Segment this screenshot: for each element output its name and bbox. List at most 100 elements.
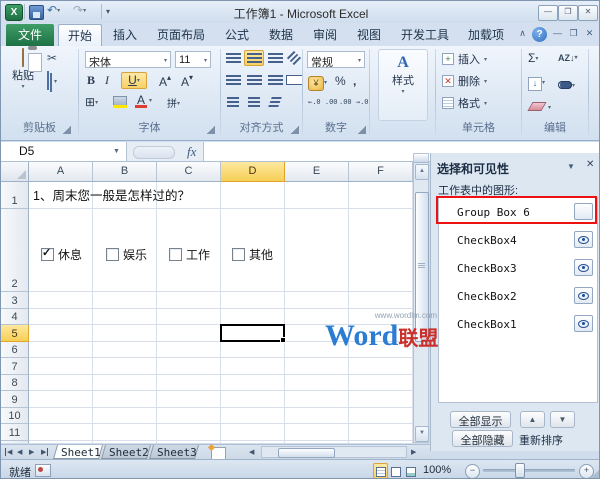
list-item-checkbox4[interactable]: CheckBox4 — [439, 227, 597, 254]
minimize-button[interactable]: — — [538, 5, 558, 21]
row-header-4[interactable]: 4 — [1, 309, 29, 326]
sheet1-label[interactable]: Sheet1 — [61, 446, 101, 459]
cell-D11[interactable] — [221, 424, 285, 441]
tab-review[interactable]: 审阅 — [304, 24, 346, 46]
fill-color-button[interactable] — [113, 96, 127, 108]
collapse-ribbon-icon[interactable]: ∧ — [515, 27, 530, 41]
page-break-view-icon[interactable] — [403, 463, 418, 479]
comma-icon[interactable]: , — [353, 74, 356, 88]
dialog-launcher-icon[interactable] — [291, 126, 299, 134]
dialog-launcher-icon[interactable] — [358, 126, 366, 134]
cell-D10[interactable] — [221, 408, 285, 425]
zoom-out-icon[interactable]: − — [465, 464, 480, 479]
cell-C11[interactable] — [157, 424, 221, 441]
column-header-A[interactable]: A — [29, 162, 93, 182]
vertical-scroll-thumb[interactable] — [415, 192, 429, 342]
undo-icon[interactable]: ↶▾ — [47, 3, 60, 17]
cell-E8[interactable] — [285, 375, 349, 392]
visibility-toggle-icon[interactable] — [574, 231, 593, 248]
column-header-F[interactable]: F — [349, 162, 413, 182]
cell-E11[interactable] — [285, 424, 349, 441]
list-item-checkbox1[interactable]: CheckBox1 — [439, 311, 597, 338]
font-name-select[interactable]: 宋体▾ — [85, 51, 171, 68]
column-header-B[interactable]: B — [93, 162, 157, 182]
checkbox-icon[interactable] — [106, 248, 119, 261]
autosum-button[interactable]: Σ▾ — [528, 51, 538, 65]
row-header-7[interactable]: 7 — [1, 358, 29, 375]
align-left-icon[interactable] — [223, 72, 243, 88]
cell-B5[interactable] — [93, 325, 157, 342]
cell-B12[interactable] — [93, 441, 157, 444]
cell-A5[interactable] — [29, 325, 93, 342]
restore-button[interactable]: ❐ — [558, 5, 578, 21]
cell-D6[interactable] — [221, 342, 285, 359]
help-icon[interactable]: ? — [532, 27, 547, 42]
tab-data[interactable]: 数据 — [260, 24, 302, 46]
cell-C3[interactable] — [157, 292, 221, 309]
cell-A4[interactable] — [29, 309, 93, 326]
zoom-slider-thumb[interactable] — [515, 463, 525, 478]
cell-D8[interactable] — [221, 375, 285, 392]
cell-B11[interactable] — [93, 424, 157, 441]
cell-D4[interactable] — [221, 309, 285, 326]
cell-F5[interactable] — [349, 325, 413, 342]
cell-B3[interactable] — [93, 292, 157, 309]
cell-B10[interactable] — [93, 408, 157, 425]
next-sheet-icon[interactable]: ▶ — [29, 448, 34, 456]
first-sheet-icon[interactable]: ◀ — [5, 448, 12, 456]
cell-C6[interactable] — [157, 342, 221, 359]
customize-qat-icon[interactable]: ▾ — [106, 7, 110, 16]
visibility-toggle-icon[interactable] — [574, 315, 593, 332]
align-bottom-icon[interactable] — [265, 50, 285, 66]
font-color-button[interactable]: A▾ — [135, 93, 147, 108]
zoom-level-text[interactable]: 100% — [423, 464, 451, 476]
scroll-up-icon[interactable]: ▲ — [415, 164, 429, 180]
grow-font-button[interactable]: A▴ — [159, 73, 171, 89]
cell-C4[interactable] — [157, 309, 221, 326]
cell-A8[interactable] — [29, 375, 93, 392]
save-icon[interactable] — [29, 5, 44, 20]
cell-A10[interactable] — [29, 408, 93, 425]
dialog-launcher-icon[interactable] — [207, 126, 215, 134]
cell-D9[interactable] — [221, 391, 285, 408]
row-header-10[interactable]: 10 — [1, 408, 29, 425]
cell-E5[interactable] — [285, 325, 349, 342]
pane-menu-icon[interactable]: ▼ — [567, 162, 575, 171]
sheet3-label[interactable]: Sheet3 — [157, 446, 197, 459]
horizontal-scrollbar[interactable] — [261, 446, 407, 458]
wrap-text-icon[interactable] — [265, 94, 285, 110]
font-size-select[interactable]: 11▾ — [175, 51, 211, 68]
cell-F3[interactable] — [349, 292, 413, 309]
align-top-icon[interactable] — [223, 50, 243, 66]
bold-button[interactable]: B — [87, 73, 95, 88]
cell-E10[interactable] — [285, 408, 349, 425]
tab-home[interactable]: 开始 — [58, 24, 102, 46]
merge-center-icon[interactable] — [284, 72, 304, 88]
row-header-1[interactable]: 1 — [1, 182, 29, 209]
fx-icon[interactable]: fx — [187, 144, 196, 160]
macro-record-icon[interactable] — [35, 464, 51, 477]
cell-F11[interactable] — [349, 424, 413, 441]
cell-D7[interactable] — [221, 358, 285, 375]
cell-E4[interactable] — [285, 309, 349, 326]
column-header-E[interactable]: E — [285, 162, 349, 182]
cell-C9[interactable] — [157, 391, 221, 408]
cell-F12[interactable] — [349, 441, 413, 444]
format-cells-button[interactable]: 格式▾ — [442, 93, 487, 113]
list-item-checkbox3[interactable]: CheckBox3 — [439, 255, 597, 282]
align-right-icon[interactable] — [265, 72, 285, 88]
zoom-slider-track[interactable] — [483, 469, 575, 472]
cell-E7[interactable] — [285, 358, 349, 375]
last-sheet-icon[interactable]: ▶ — [41, 448, 48, 456]
cell-E9[interactable] — [285, 391, 349, 408]
tab-addins[interactable]: 加载项 — [460, 24, 512, 46]
decrease-indent-icon[interactable] — [223, 94, 243, 110]
hscroll-left-icon[interactable]: ◀ — [249, 448, 254, 456]
cell-A3[interactable] — [29, 292, 93, 309]
copy-icon[interactable]: ▾ — [47, 72, 57, 90]
cell-F2[interactable] — [349, 209, 413, 292]
borders-button[interactable]: ⊞▾ — [85, 95, 98, 109]
shrink-font-button[interactable]: A▾ — [181, 73, 193, 89]
cell-F10[interactable] — [349, 408, 413, 425]
row-header-11[interactable]: 11 — [1, 424, 29, 441]
